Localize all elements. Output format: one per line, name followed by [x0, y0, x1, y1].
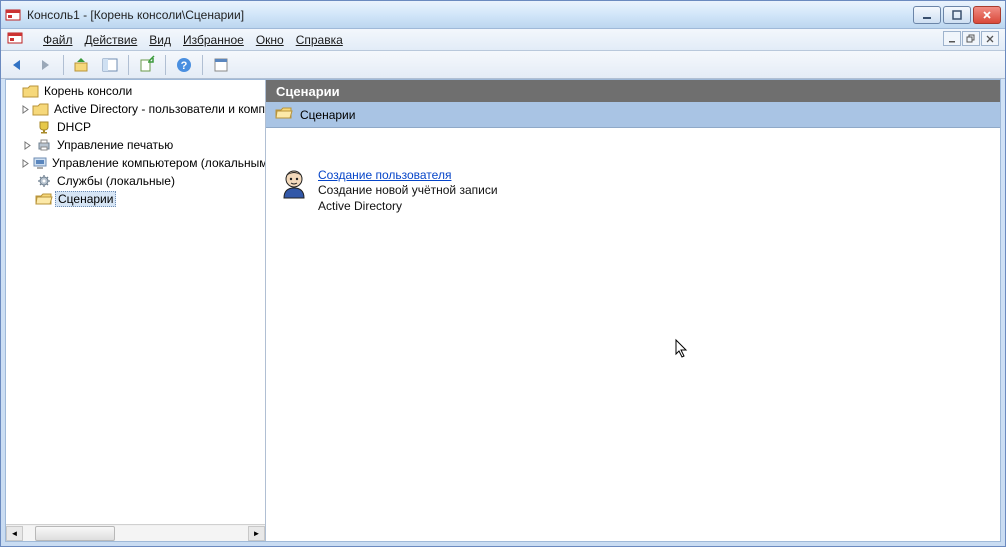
content-panel: Сценарии Сценарии	[266, 80, 1000, 541]
cursor-icon	[675, 339, 689, 364]
titlebar[interactable]: Консоль1 - [Корень консоли\Сценарии]	[1, 1, 1005, 29]
export-button[interactable]	[135, 53, 159, 77]
toolbar-separator-2	[128, 55, 129, 75]
mdi-close-button[interactable]	[981, 31, 999, 46]
expand-icon[interactable]	[21, 139, 33, 151]
toolbar-separator	[63, 55, 64, 75]
tree-item-compmgmt[interactable]: Управление компьютером (локальным)	[6, 154, 265, 172]
properties-button[interactable]	[209, 53, 233, 77]
scroll-track[interactable]	[23, 526, 248, 541]
body-area: Корень консоли Active Directory - пользо…	[5, 79, 1001, 542]
content-body: Создание пользователя Создание новой учё…	[266, 128, 1000, 541]
folder-icon	[33, 101, 49, 117]
scroll-thumb[interactable]	[35, 526, 115, 541]
printer-icon	[36, 137, 52, 153]
maximize-button[interactable]	[943, 6, 971, 24]
toolbar: ?	[1, 51, 1005, 79]
tree-label: Управление компьютером (локальным)	[50, 156, 265, 170]
tree-label: Службы (локальные)	[55, 174, 177, 188]
mdi-minimize-button[interactable]	[943, 31, 961, 46]
create-user-link[interactable]: Создание пользователя	[318, 168, 451, 182]
menu-action[interactable]: Действие	[85, 33, 138, 47]
content-header: Сценарии	[266, 80, 1000, 102]
task-item: Создание пользователя Создание новой учё…	[278, 168, 1000, 214]
tree-item-ad[interactable]: Active Directory - пользователи и компью…	[6, 100, 265, 118]
user-icon	[278, 168, 310, 200]
menu-file[interactable]: Файл	[43, 33, 73, 47]
tree-root[interactable]: Корень консоли	[6, 82, 265, 100]
mdi-restore-button[interactable]	[962, 31, 980, 46]
folder-open-icon	[276, 107, 292, 123]
scroll-right-button[interactable]: ►	[248, 526, 265, 541]
show-hide-tree-button[interactable]	[98, 53, 122, 77]
task-text: Создание пользователя Создание новой учё…	[318, 168, 498, 214]
tree[interactable]: Корень консоли Active Directory - пользо…	[6, 80, 265, 524]
tree-label: DHCP	[55, 120, 93, 134]
tree-item-dhcp[interactable]: DHCP	[6, 118, 265, 136]
forward-button[interactable]	[33, 53, 57, 77]
content-subheader-text: Сценарии	[300, 108, 355, 122]
task-description-2: Active Directory	[318, 198, 498, 214]
menubar: Файл Действие Вид Избранное Окно Справка	[1, 29, 1005, 51]
content-subheader[interactable]: Сценарии	[266, 102, 1000, 128]
content-header-text: Сценарии	[276, 84, 340, 99]
computer-icon	[33, 155, 47, 171]
expand-icon[interactable]	[21, 103, 30, 115]
window-controls	[913, 6, 1001, 24]
svg-text:?: ?	[181, 60, 188, 72]
toolbar-separator-3	[165, 55, 166, 75]
menu-help[interactable]: Справка	[296, 33, 343, 47]
minimize-button[interactable]	[913, 6, 941, 24]
menu-window[interactable]: Окно	[256, 33, 284, 47]
up-button[interactable]	[70, 53, 94, 77]
mmc-doc-icon	[7, 30, 23, 49]
collapse-icon[interactable]	[8, 85, 20, 97]
close-button[interactable]	[973, 6, 1001, 24]
tree-label: Active Directory - пользователи и компью…	[52, 102, 265, 116]
folder-open-icon	[23, 83, 39, 99]
help-button[interactable]: ?	[172, 53, 196, 77]
window-title: Консоль1 - [Корень консоли\Сценарии]	[27, 8, 913, 22]
toolbar-separator-4	[202, 55, 203, 75]
mdi-controls	[943, 31, 999, 46]
task-description-1: Создание новой учётной записи	[318, 182, 498, 198]
back-button[interactable]	[5, 53, 29, 77]
tree-label: Сценарии	[55, 191, 116, 207]
trophy-icon	[36, 119, 52, 135]
main-window: Консоль1 - [Корень консоли\Сценарии] Фай…	[0, 0, 1006, 547]
expand-icon[interactable]	[21, 157, 30, 169]
tree-label: Управление печатью	[55, 138, 175, 152]
horizontal-scrollbar[interactable]: ◄ ►	[6, 524, 265, 541]
tree-item-print[interactable]: Управление печатью	[6, 136, 265, 154]
mmc-icon	[5, 7, 21, 23]
tree-label: Корень консоли	[42, 84, 134, 98]
menu-view[interactable]: Вид	[149, 33, 171, 47]
menu-favorites[interactable]: Избранное	[183, 33, 244, 47]
tree-panel: Корень консоли Active Directory - пользо…	[6, 80, 266, 541]
tree-item-services[interactable]: Службы (локальные)	[6, 172, 265, 190]
scroll-left-button[interactable]: ◄	[6, 526, 23, 541]
folder-open-icon	[36, 191, 52, 207]
gear-icon	[36, 173, 52, 189]
tree-item-scenarios[interactable]: Сценарии	[6, 190, 265, 208]
